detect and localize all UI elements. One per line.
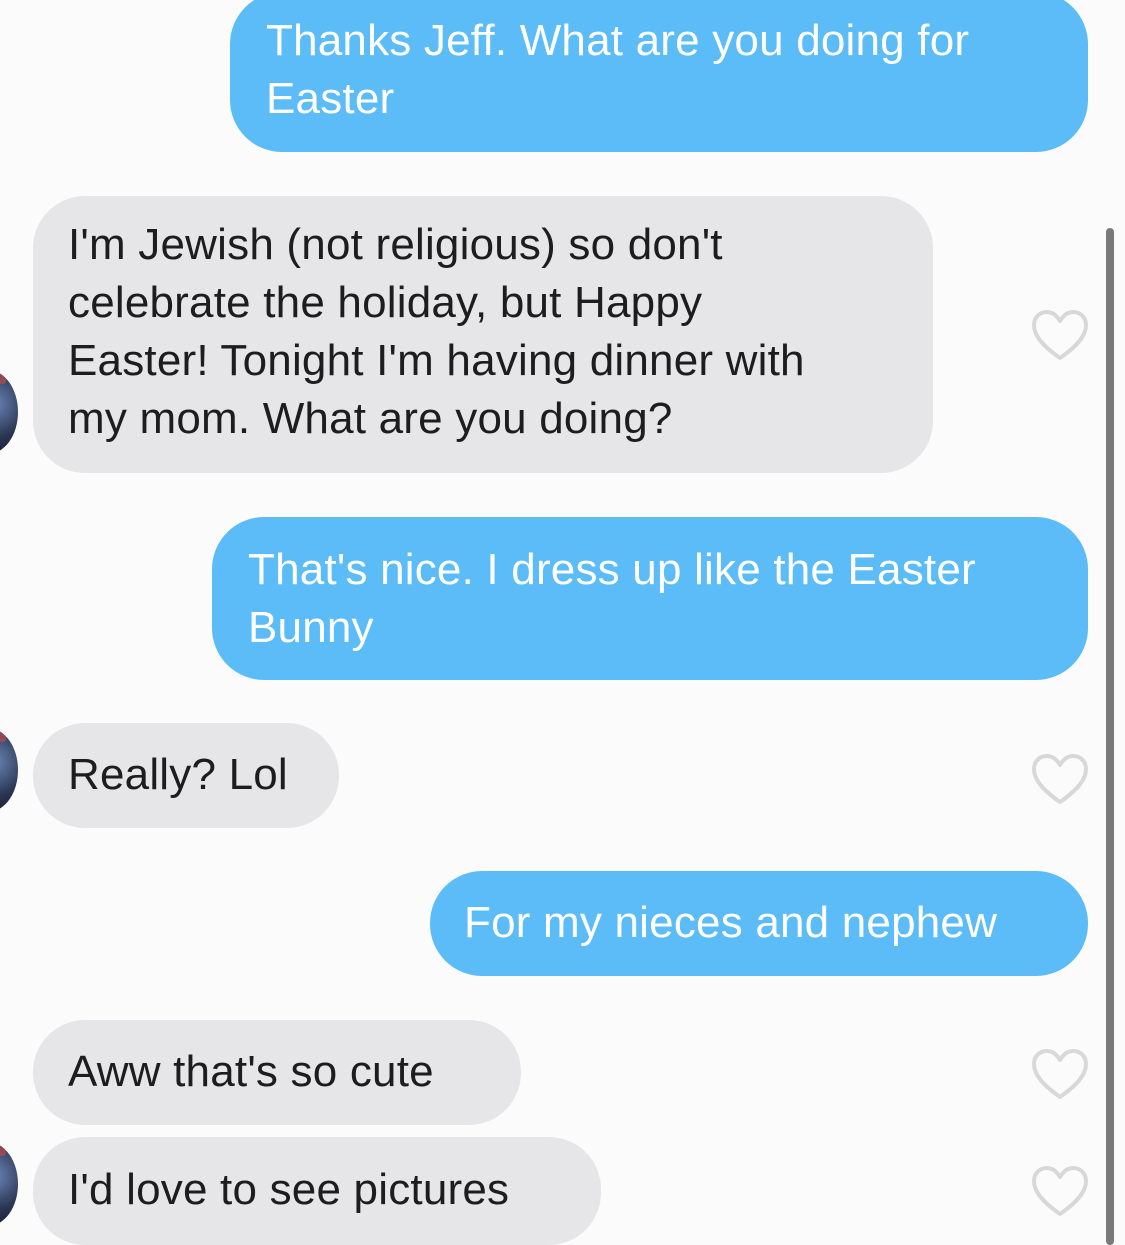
received-message-bubble[interactable]: I'm Jewish (not religious) so don't cele…	[33, 196, 933, 473]
heart-outline-icon[interactable]	[1030, 1164, 1090, 1220]
contact-avatar[interactable]	[0, 370, 18, 454]
received-message-bubble[interactable]: I'd love to see pictures	[33, 1137, 601, 1245]
sent-message-bubble[interactable]: Thanks Jeff. What are you doing for East…	[230, 0, 1088, 152]
heart-outline-icon[interactable]	[1030, 752, 1090, 808]
heart-outline-icon[interactable]	[1030, 1047, 1090, 1103]
sent-message-bubble[interactable]: That's nice. I dress up like the Easter …	[212, 517, 1088, 680]
received-message-bubble[interactable]: Aww that's so cute	[33, 1020, 521, 1125]
sent-message-bubble[interactable]: For my nieces and nephew	[430, 871, 1088, 976]
scrollbar[interactable]	[1106, 228, 1114, 1245]
received-message-bubble[interactable]: Really? Lol	[33, 723, 339, 828]
contact-avatar[interactable]	[0, 728, 18, 812]
contact-avatar[interactable]	[0, 1142, 18, 1226]
heart-outline-icon[interactable]	[1030, 308, 1090, 364]
